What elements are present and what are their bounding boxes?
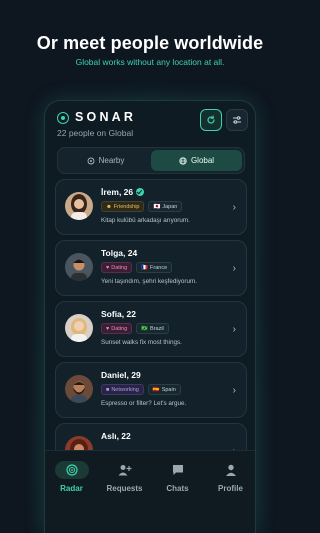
avatar (65, 314, 93, 342)
sliders-icon (233, 116, 241, 124)
intent-tag: ♥ Dating (101, 323, 133, 334)
people-icon: ☻ (106, 203, 112, 210)
chevron-right-icon: › (232, 324, 236, 335)
people-count: 22 people on Global (57, 128, 134, 138)
nav-profile[interactable]: Profile (204, 461, 255, 493)
refresh-button[interactable] (200, 109, 222, 131)
filter-button[interactable] (226, 109, 248, 131)
nearby-global-toggle: Nearby Global (57, 147, 245, 174)
radar-logo-icon (57, 112, 69, 124)
avatar (65, 192, 93, 220)
heart-icon: ♥ (106, 325, 110, 332)
add-person-icon (112, 461, 138, 479)
profile-bio: Sunset walks fix most things. (101, 339, 182, 346)
chat-bubble-icon (165, 461, 191, 479)
intent-tag: ☻ Friendship (101, 201, 145, 212)
chevron-right-icon: › (232, 263, 236, 274)
person-icon (218, 461, 244, 479)
profile-card[interactable]: İrem, 26 ☻ Friendship 🇯🇵 Japan Kitap kulüb… (55, 179, 247, 235)
profile-name: Sofia, 22 (101, 309, 136, 319)
country-tag: 🇧🇷 Brazil (136, 323, 169, 334)
nav-radar-label: Radar (60, 484, 83, 493)
app-logo-text: SONAR (75, 110, 137, 124)
promo-subline: Global works without any location at all… (75, 57, 225, 67)
nav-requests[interactable]: Requests (98, 461, 151, 493)
refresh-icon (207, 115, 215, 124)
globe-icon (179, 156, 187, 165)
profile-card[interactable]: Daniel, 29 ■ Networking 🇪🇸 Spain Espresso … (55, 362, 247, 418)
intent-tag: ♥ Dating (101, 262, 133, 273)
profile-card[interactable]: Sofia, 22 ♥ Dating 🇧🇷 Brazil Sunset walks … (55, 301, 247, 357)
tab-nearby[interactable]: Nearby (60, 150, 151, 171)
profile-name: İrem, 26 (101, 187, 145, 197)
profile-name: Tolga, 24 (101, 248, 138, 258)
nav-chats-label: Chats (166, 484, 189, 493)
target-icon (87, 157, 95, 164)
country-tag: 🇯🇵 Japan (148, 201, 183, 212)
phone-frame: SONAR 22 people on Global Nearby Global (44, 100, 256, 533)
verified-badge-icon (136, 188, 145, 196)
tab-global[interactable]: Global (151, 150, 242, 171)
profile-bio: Espresso or filter? Let's argue. (101, 400, 187, 407)
nav-radar[interactable]: Radar (45, 461, 98, 493)
briefcase-icon: ■ (106, 386, 110, 393)
promo-headline: Or meet people worldwide (36, 33, 264, 53)
radar-icon (54, 461, 89, 479)
nav-chats[interactable]: Chats (151, 461, 204, 493)
nav-requests-label: Requests (106, 484, 143, 493)
tab-global-label: Global (190, 156, 215, 165)
intent-tag: ■ Networking (101, 384, 144, 395)
country-tag: 🇫🇷 France (136, 262, 173, 273)
country-tag: 🇪🇸 Spain (147, 384, 181, 395)
avatar (65, 375, 93, 403)
profile-name: Daniel, 29 (101, 370, 141, 380)
profile-bio: Yeni taşındım, şehri keşfediyorum. (101, 278, 198, 285)
chevron-right-icon: › (232, 385, 236, 396)
profile-card[interactable]: Tolga, 24 ♥ Dating 🇫🇷 France Yeni taşındım… (55, 240, 247, 296)
profile-name: Aslı, 22 (101, 431, 131, 441)
profile-bio: Kitap kulübü arkadaşı arıyorum. (101, 217, 190, 224)
chevron-right-icon: › (232, 202, 236, 213)
bottom-navigation: Radar Requests Chats Profile (45, 450, 255, 533)
nav-profile-label: Profile (218, 484, 243, 493)
heart-icon: ♥ (106, 264, 110, 271)
tab-nearby-label: Nearby (98, 156, 125, 165)
avatar (65, 253, 93, 281)
app-header: SONAR 22 people on Global (45, 101, 255, 143)
